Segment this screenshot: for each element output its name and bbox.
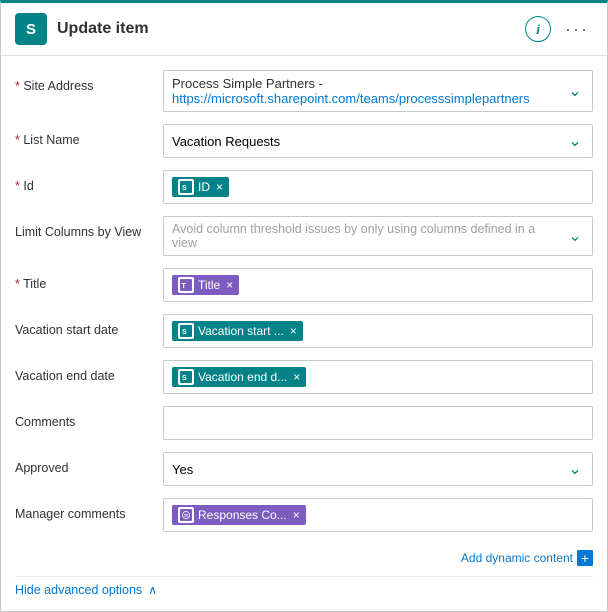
limit-columns-dropdown-arrow[interactable]: ⌄: [558, 217, 592, 255]
vacation-end-tag-icon: S: [178, 369, 194, 385]
id-tag: S ID ×: [172, 177, 229, 197]
footer-divider: [15, 576, 593, 577]
title-row: * Title T Title ×: [1, 262, 607, 308]
vacation-end-label: Vacation end date: [15, 360, 163, 384]
manager-comments-control[interactable]: Responses Co... ×: [163, 498, 593, 532]
vacation-start-tag-icon: S: [178, 323, 194, 339]
site-address-value-label: Process Simple Partners -: [172, 76, 556, 91]
more-button[interactable]: ···: [561, 19, 593, 40]
vacation-end-tag-close[interactable]: ×: [293, 371, 300, 383]
manager-comments-row: Manager comments Responses Co... ×: [1, 492, 607, 538]
app-icon: S: [15, 13, 47, 45]
manager-comments-tag-icon: [178, 507, 194, 523]
list-name-value: Vacation Requests: [172, 134, 280, 149]
title-tag-label: Title: [198, 278, 220, 292]
card-footer: Add dynamic content + Hide advanced opti…: [1, 542, 607, 611]
chevron-up-icon: ∧: [148, 583, 157, 597]
form-body: * Site Address Process Simple Partners -…: [1, 56, 607, 542]
id-tag-close[interactable]: ×: [216, 181, 223, 193]
vacation-start-tag-label: Vacation start ...: [198, 324, 284, 338]
info-button[interactable]: i: [525, 16, 551, 42]
id-control[interactable]: S ID ×: [163, 170, 593, 204]
vacation-start-tag: S Vacation start ... ×: [172, 321, 303, 341]
limit-columns-label: Limit Columns by View: [15, 216, 163, 240]
hide-advanced-button[interactable]: Hide advanced options ∧: [15, 579, 157, 605]
site-address-dropdown-arrow[interactable]: ⌄: [558, 71, 592, 111]
vacation-start-control[interactable]: S Vacation start ... ×: [163, 314, 593, 348]
title-tag-icon: T: [178, 277, 194, 293]
site-address-value-url: https://microsoft.sharepoint.com/teams/p…: [172, 91, 556, 106]
add-dynamic-plus-icon: +: [577, 550, 593, 566]
limit-columns-row: Limit Columns by View Avoid column thres…: [1, 210, 607, 262]
card-title: Update item: [57, 20, 515, 38]
approved-value: Yes: [172, 462, 193, 477]
list-name-control[interactable]: Vacation Requests ⌄: [163, 124, 593, 158]
list-name-label: * List Name: [15, 124, 163, 148]
svg-text:S: S: [182, 329, 187, 336]
comments-control[interactable]: [163, 406, 593, 440]
svg-text:S: S: [182, 375, 187, 382]
title-tag-close[interactable]: ×: [226, 279, 233, 291]
vacation-start-label: Vacation start date: [15, 314, 163, 338]
id-row: * Id S ID ×: [1, 164, 607, 210]
vacation-end-row: Vacation end date S Vacation end d... ×: [1, 354, 607, 400]
svg-text:S: S: [182, 185, 187, 192]
approved-label: Approved: [15, 452, 163, 476]
id-label: * Id: [15, 170, 163, 194]
approved-row: Approved Yes ⌄: [1, 446, 607, 492]
update-item-card: S Update item i ··· * Site Address Proce…: [0, 0, 608, 612]
manager-comments-tag: Responses Co... ×: [172, 505, 306, 525]
site-address-row: * Site Address Process Simple Partners -…: [1, 64, 607, 118]
add-dynamic-content-button[interactable]: Add dynamic content +: [461, 550, 593, 566]
add-dynamic-label: Add dynamic content: [461, 551, 573, 565]
comments-label: Comments: [15, 406, 163, 430]
vacation-end-tag: S Vacation end d... ×: [172, 367, 306, 387]
approved-dropdown-arrow[interactable]: ⌄: [558, 453, 592, 485]
limit-columns-placeholder: Avoid column threshold issues by only us…: [172, 222, 556, 250]
id-tag-icon: S: [178, 179, 194, 195]
svg-text:T: T: [182, 283, 187, 290]
hide-advanced-label: Hide advanced options: [15, 583, 142, 597]
limit-columns-control[interactable]: Avoid column threshold issues by only us…: [163, 216, 593, 256]
vacation-end-control[interactable]: S Vacation end d... ×: [163, 360, 593, 394]
list-name-row: * List Name Vacation Requests ⌄: [1, 118, 607, 164]
add-dynamic-content-row: Add dynamic content +: [15, 550, 593, 574]
list-name-dropdown-arrow[interactable]: ⌄: [558, 125, 592, 157]
card-header: S Update item i ···: [1, 3, 607, 56]
vacation-start-tag-close[interactable]: ×: [290, 325, 297, 337]
manager-comments-tag-close[interactable]: ×: [293, 509, 300, 521]
title-tag: T Title ×: [172, 275, 239, 295]
id-tag-label: ID: [198, 180, 210, 194]
site-address-label: * Site Address: [15, 70, 163, 94]
site-address-control[interactable]: Process Simple Partners - https://micros…: [163, 70, 593, 112]
header-actions: i ···: [525, 16, 593, 42]
vacation-start-row: Vacation start date S Vacation start ...…: [1, 308, 607, 354]
manager-comments-label: Manager comments: [15, 498, 163, 522]
site-address-required: *: [15, 79, 23, 93]
title-label: * Title: [15, 268, 163, 292]
approved-control[interactable]: Yes ⌄: [163, 452, 593, 486]
comments-row: Comments: [1, 400, 607, 446]
title-control[interactable]: T Title ×: [163, 268, 593, 302]
vacation-end-tag-label: Vacation end d...: [198, 370, 287, 384]
manager-comments-tag-label: Responses Co...: [198, 508, 287, 522]
